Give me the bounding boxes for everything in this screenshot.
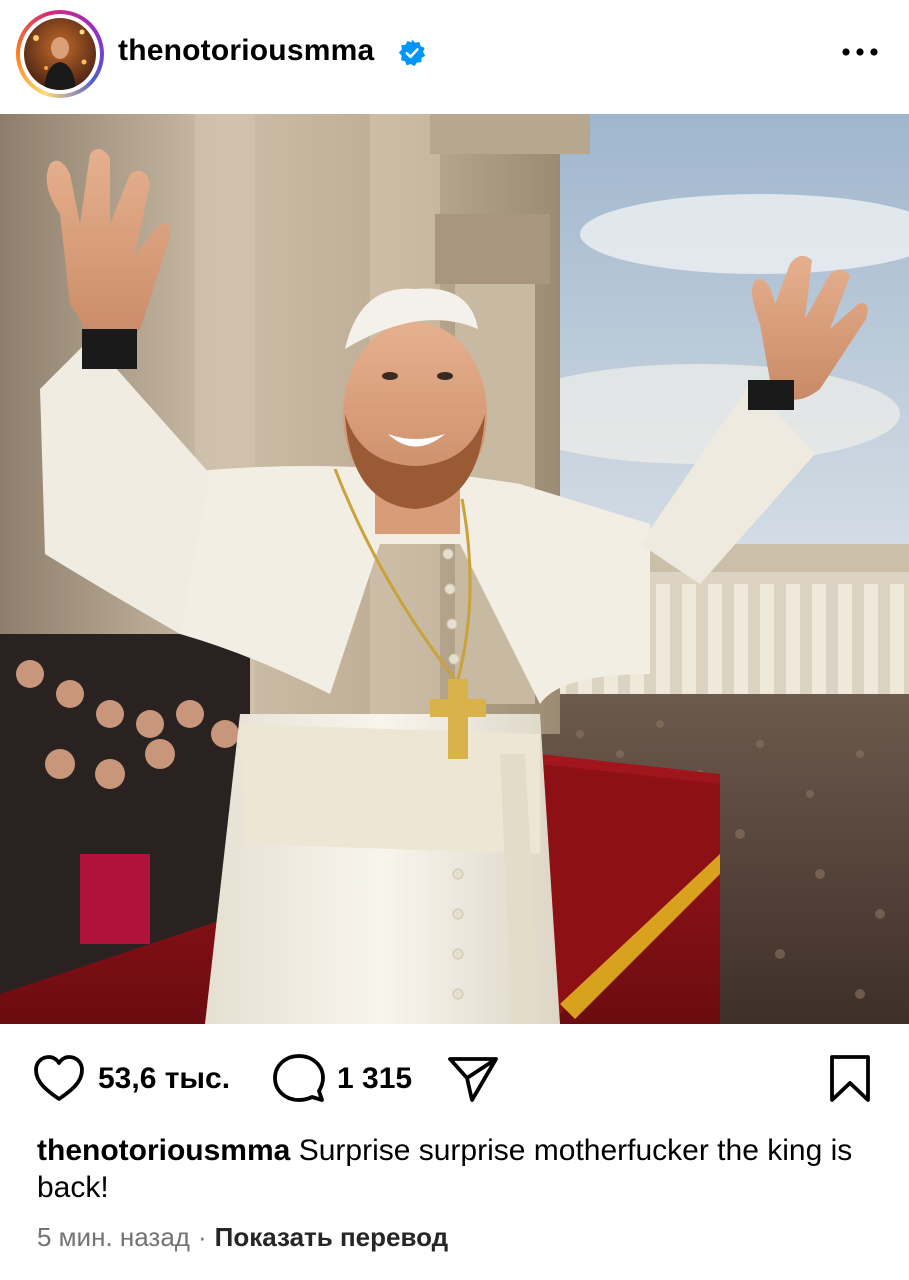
post-timestamp[interactable]: 5 мин. назад (37, 1222, 190, 1252)
post-caption: thenotoriousmma Surprise surprise mother… (37, 1132, 867, 1206)
meta-separator: · (197, 1222, 207, 1252)
post-header: thenotoriousmma (0, 0, 909, 114)
caption-username[interactable]: thenotoriousmma (37, 1134, 290, 1167)
post-meta: 5 мин. назад · Показать перевод (37, 1221, 448, 1253)
paper-plane-icon[interactable] (446, 1054, 500, 1104)
heart-icon[interactable] (32, 1054, 86, 1104)
verified-badge-icon (398, 39, 426, 67)
story-ring[interactable] (16, 10, 104, 98)
username[interactable]: thenotoriousmma (118, 34, 374, 68)
comment-count[interactable]: 1 315 (337, 1062, 412, 1096)
avatar-image (24, 18, 96, 90)
post-photo[interactable] (0, 114, 909, 1024)
bookmark-icon[interactable] (826, 1054, 874, 1104)
post-photo-illustration (0, 114, 909, 1024)
like-count[interactable]: 53,6 тыс. (98, 1062, 230, 1096)
comment-icon[interactable] (272, 1053, 326, 1105)
show-translation-link[interactable]: Показать перевод (215, 1222, 449, 1252)
profile-avatar[interactable] (24, 18, 96, 90)
more-options-icon[interactable] (838, 40, 882, 64)
